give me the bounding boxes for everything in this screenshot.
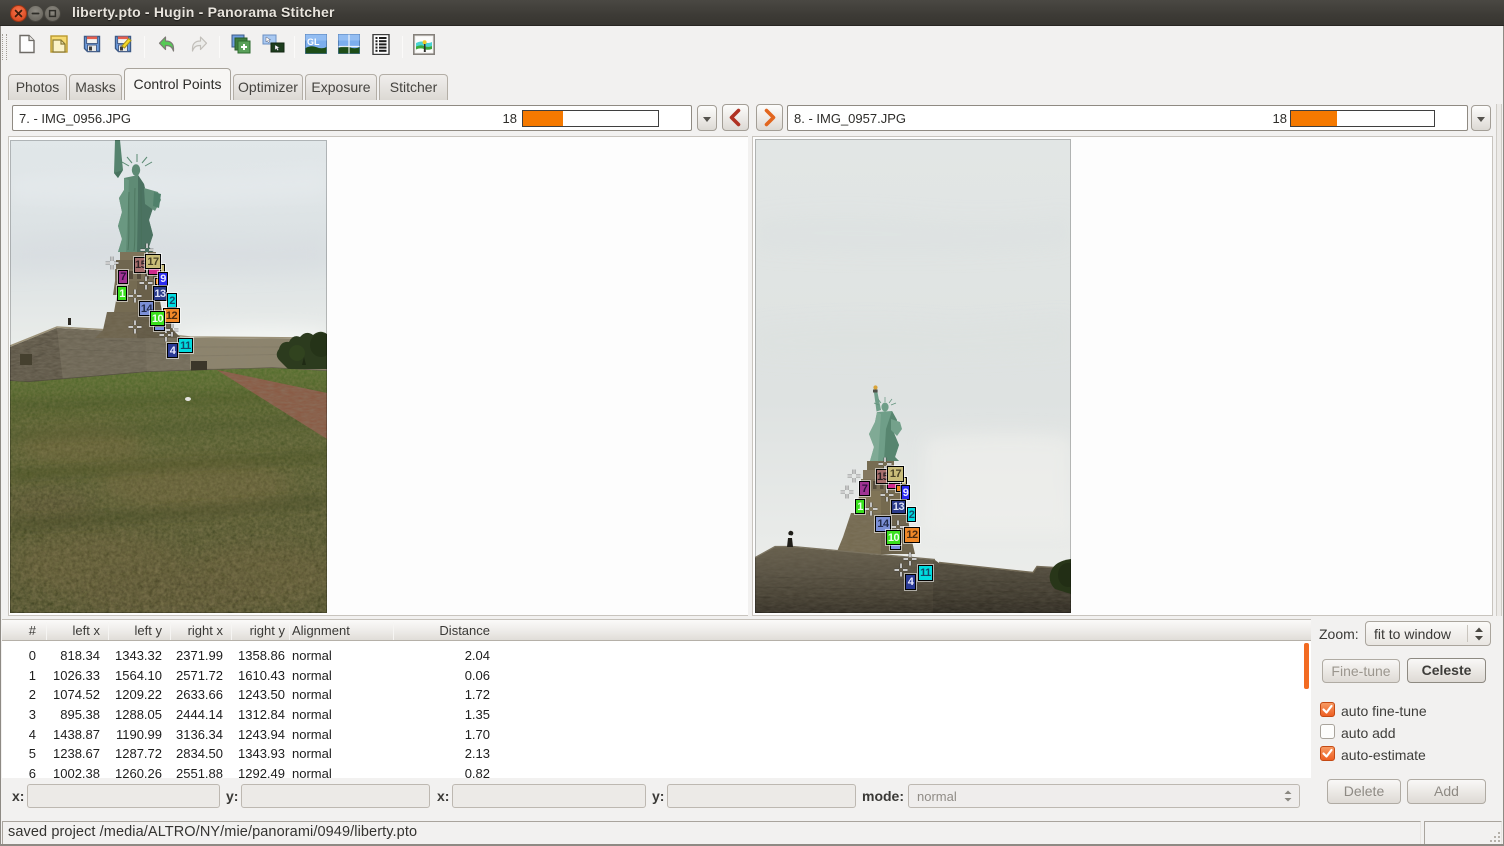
svg-text:GL: GL: [307, 37, 320, 47]
